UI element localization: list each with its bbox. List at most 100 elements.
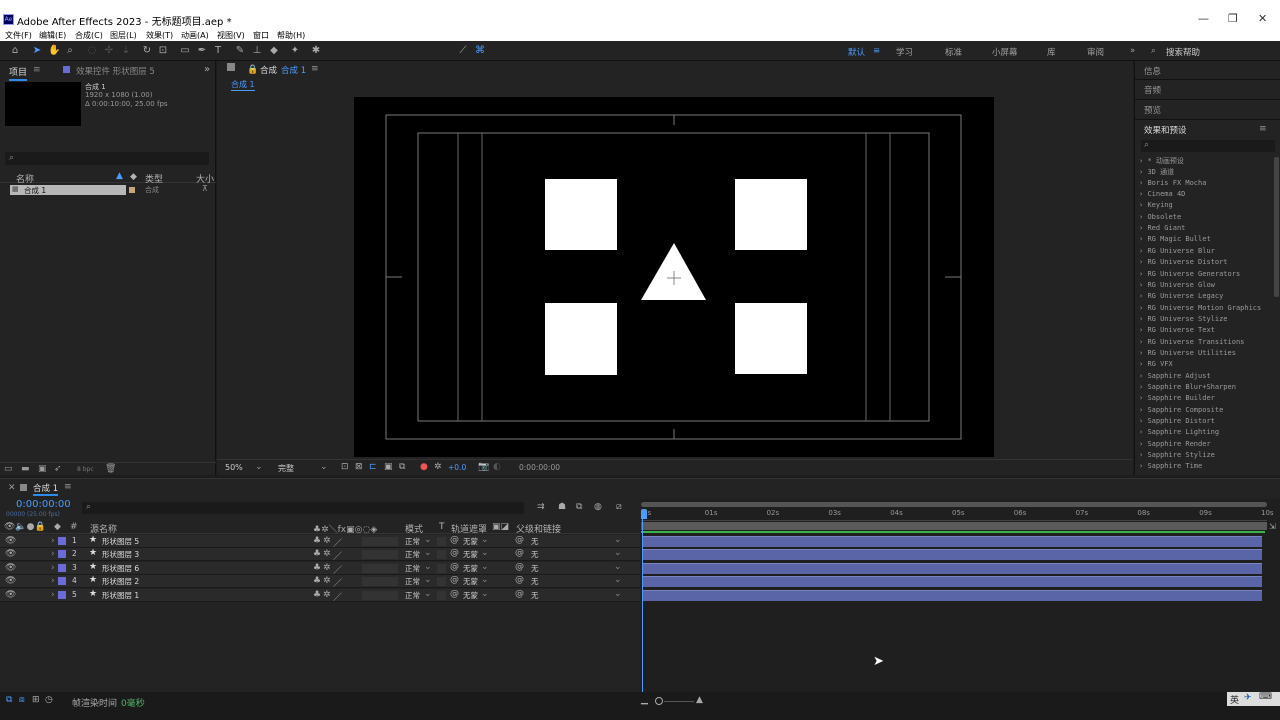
project-item-row[interactable]: ▦ 合成 1: [10, 185, 126, 195]
visibility-eye-icon[interactable]: 👁: [5, 590, 16, 600]
effects-category-0[interactable]: › * 动画预设: [1139, 156, 1184, 166]
quality-switch-icon[interactable]: ／: [333, 536, 342, 549]
quality-select[interactable]: 完整: [278, 463, 294, 474]
zoom-slider-handle[interactable]: [655, 697, 663, 705]
quality-switch-icon[interactable]: ／: [333, 563, 342, 576]
project-tab-menu-icon[interactable]: ≡: [33, 65, 41, 75]
effects-category-23[interactable]: › Sapphire Distort: [1139, 417, 1215, 425]
grid-guides-icon[interactable]: ▣: [384, 462, 393, 472]
mask-path-icon[interactable]: ⊏: [369, 462, 377, 472]
in-out-toggle-icon[interactable]: ⊞: [32, 695, 40, 705]
home-icon[interactable]: ⌂: [9, 45, 21, 57]
frame-blending-icon[interactable]: ⧉: [576, 502, 582, 512]
layer-row[interactable]: 👁 › 2 ★ 形状图层 3 ♣ ✲ ／正常 ⌄ @ 无蒙 ⌄ @ 无 ⌄: [0, 548, 640, 562]
render-time-toggle-icon[interactable]: ◷: [45, 695, 53, 705]
effects-scrollbar[interactable]: [1274, 157, 1279, 297]
pan-tool-icon[interactable]: ✢: [103, 45, 115, 57]
menu-file[interactable]: 文件(F): [5, 30, 32, 41]
preserve-transparency-checkbox[interactable]: [437, 577, 446, 587]
roto-brush-tool-icon[interactable]: ✦: [289, 45, 301, 57]
snap-icon[interactable]: ⟋: [457, 45, 469, 57]
zoom-dropdown-icon[interactable]: ⌄: [255, 462, 263, 472]
preserve-transparency-checkbox[interactable]: [437, 537, 446, 546]
matte-dropdown-icon[interactable]: ⌄: [481, 562, 489, 572]
current-timecode[interactable]: 0:00:00:00: [16, 499, 71, 510]
shy-switch-icon[interactable]: ♣: [313, 590, 321, 600]
parent-dropdown-icon[interactable]: ⌄: [614, 548, 622, 558]
effects-category-5[interactable]: › Obsolete: [1139, 213, 1181, 221]
effects-category-27[interactable]: › Sapphire Time: [1139, 462, 1202, 470]
effects-category-19[interactable]: › Sapphire Adjust: [1139, 372, 1211, 380]
region-of-interest-icon[interactable]: ⊡: [341, 462, 349, 472]
parent-pickwhip-icon[interactable]: @: [515, 548, 524, 558]
workspace-menu-icon[interactable]: ≡: [873, 46, 880, 56]
zoom-in-icon[interactable]: ▲: [696, 695, 703, 705]
lock-icon[interactable]: [227, 63, 235, 71]
layer-name[interactable]: 形状图层 1: [102, 590, 139, 601]
matte-dropdown-icon[interactable]: ⌄: [481, 548, 489, 558]
col-name[interactable]: 名称: [16, 172, 34, 185]
preserve-transparency-checkbox[interactable]: [437, 563, 446, 573]
quality-switch-icon[interactable]: ／: [333, 590, 342, 603]
menu-animation[interactable]: 动画(A): [181, 30, 209, 41]
quality-switch-icon[interactable]: ／: [333, 549, 342, 562]
hand-tool-icon[interactable]: ✋: [48, 45, 60, 57]
col-t[interactable]: T: [439, 522, 445, 532]
bit-depth[interactable]: 8 bpc: [77, 466, 94, 473]
snapshot-icon[interactable]: 📷: [478, 462, 489, 472]
layer-switches-empty[interactable]: [362, 550, 398, 560]
shy-switch-icon[interactable]: ♣: [313, 576, 321, 586]
visibility-eye-icon[interactable]: 👁: [5, 576, 16, 586]
workspace-library[interactable]: 库: [1047, 46, 1056, 58]
effects-category-2[interactable]: › Boris FX Mocha: [1139, 179, 1206, 187]
effects-category-7[interactable]: › RG Magic Bullet: [1139, 235, 1211, 243]
selection-tool-icon[interactable]: ➤: [31, 45, 43, 57]
matte-pickwhip-icon[interactable]: @: [450, 535, 459, 545]
layer-label-color[interactable]: [58, 537, 66, 545]
orbit-tool-icon[interactable]: ◌: [86, 45, 98, 57]
collapse-switch-icon[interactable]: ✲: [323, 590, 331, 600]
rotate-tool-icon[interactable]: ↻: [141, 45, 153, 57]
layer-row[interactable]: 👁 › 3 ★ 形状图层 6 ♣ ✲ ／正常 ⌄ @ 无蒙 ⌄ @ 无 ⌄: [0, 561, 640, 576]
more-workspaces-icon[interactable]: »: [1130, 46, 1135, 56]
parent-pickwhip-icon[interactable]: @: [515, 589, 524, 599]
panel-overflow-icon[interactable]: »: [204, 64, 210, 75]
show-snapshot-icon[interactable]: ◐: [493, 462, 501, 472]
dolly-tool-icon[interactable]: ⇣: [120, 45, 132, 57]
transfer-controls-toggle-icon[interactable]: ⧈: [19, 695, 25, 705]
layer-label-color[interactable]: [58, 577, 66, 586]
effects-menu-icon[interactable]: ≡: [1259, 124, 1267, 134]
timeline-tab[interactable]: 合成 1: [33, 482, 59, 496]
parent-dropdown-icon[interactable]: ⌄: [614, 562, 622, 572]
expand-chevron-icon[interactable]: ›: [51, 549, 55, 559]
layer-duration-bar[interactable]: [643, 536, 1262, 547]
motion-blur-icon[interactable]: ◍: [594, 502, 602, 512]
maximize-icon[interactable]: ❐: [1228, 12, 1238, 25]
workspace-small-screen[interactable]: 小屏幕: [992, 46, 1018, 58]
layer-track-matte[interactable]: 无蒙: [463, 549, 478, 560]
effects-category-17[interactable]: › RG Universe Utilities: [1139, 349, 1236, 357]
clone-stamp-tool-icon[interactable]: ⊥: [251, 45, 263, 57]
viewer-tab-label[interactable]: 合成: [260, 64, 277, 76]
exposure-value[interactable]: +0.0: [448, 463, 466, 472]
effects-category-25[interactable]: › Sapphire Render: [1139, 440, 1211, 448]
layer-label-color[interactable]: [58, 563, 66, 572]
matte-dropdown-icon[interactable]: ⌄: [481, 535, 489, 545]
effects-category-3[interactable]: › Cinema 4D: [1139, 190, 1185, 198]
viewer-tab-comp[interactable]: 合成 1: [281, 64, 306, 76]
visibility-eye-icon[interactable]: 👁: [5, 549, 16, 559]
shy-switch-icon[interactable]: ♣: [313, 563, 321, 573]
mode-dropdown-icon[interactable]: ⌄: [424, 575, 432, 585]
timeline-search-input[interactable]: ⌕: [82, 502, 524, 514]
mode-dropdown-icon[interactable]: ⌄: [424, 589, 432, 599]
layer-row[interactable]: 👁 › 5 ★ 形状图层 1 ♣ ✲ ／正常 ⌄ @ 无蒙 ⌄ @ 无 ⌄: [0, 588, 640, 603]
shy-switch-icon[interactable]: ♣: [313, 536, 321, 546]
viewer-menu-icon[interactable]: ≡: [311, 64, 319, 74]
effects-search-input[interactable]: ⌕: [1141, 140, 1275, 152]
brush-tool-icon[interactable]: ✎: [234, 45, 246, 57]
layer-duration-bar[interactable]: [643, 576, 1262, 588]
ime-indicator[interactable]: 英 ✈ ⌨: [1227, 692, 1280, 706]
anchor-tool-icon[interactable]: ⊡: [157, 45, 169, 57]
workspace-default[interactable]: 默认: [848, 46, 865, 58]
timeline-menu-icon[interactable]: ≡: [64, 482, 72, 492]
